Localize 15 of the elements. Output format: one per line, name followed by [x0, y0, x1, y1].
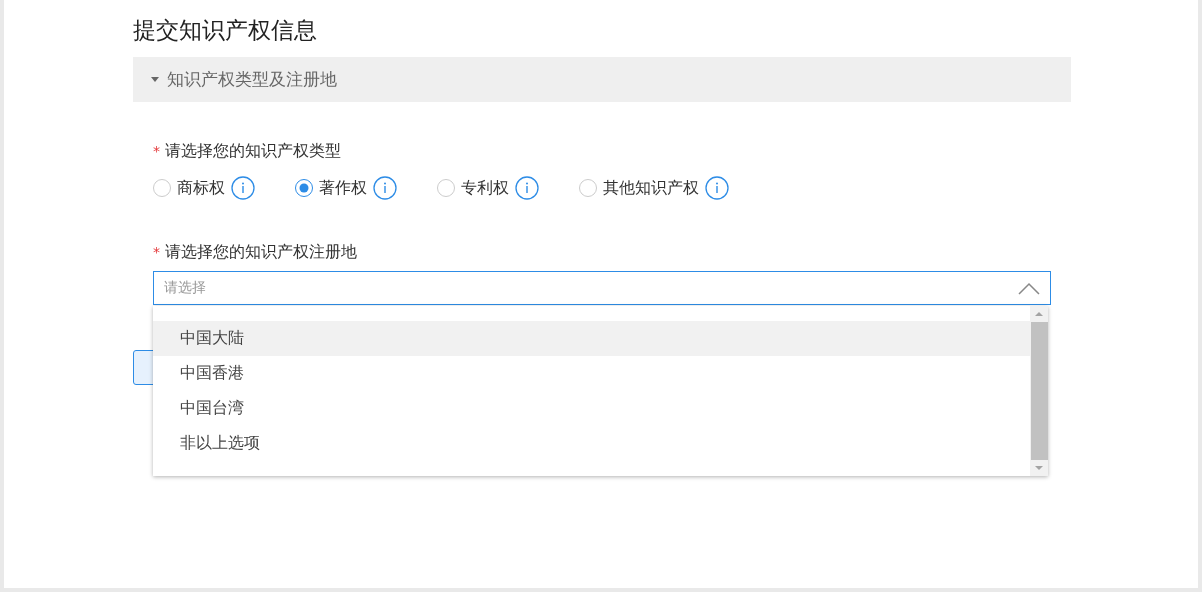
field-label: 请选择您的知识产权类型 [165, 140, 341, 162]
radio-option[interactable]: 商标权 [153, 177, 225, 199]
dropdown-option[interactable]: 中国大陆 [153, 321, 1030, 356]
required-mark: * [153, 143, 160, 159]
radio-option[interactable]: 专利权 [437, 177, 509, 199]
radio-option[interactable]: 其他知识产权 [579, 177, 699, 199]
page-title: 提交知识产权信息 [133, 16, 318, 45]
dropdown-option[interactable]: 非以上选项 [153, 426, 1030, 461]
dropdown-option[interactable]: 中国台湾 [153, 391, 1030, 426]
radio-option[interactable]: 著作权 [295, 177, 367, 199]
dropdown-option[interactable]: 中国香港 [153, 356, 1030, 391]
required-mark: * [153, 244, 160, 260]
section-title: 知识产权类型及注册地 [167, 68, 337, 91]
section-header[interactable]: 知识产权类型及注册地 [133, 57, 1071, 102]
field-label: 请选择您的知识产权注册地 [165, 241, 357, 263]
